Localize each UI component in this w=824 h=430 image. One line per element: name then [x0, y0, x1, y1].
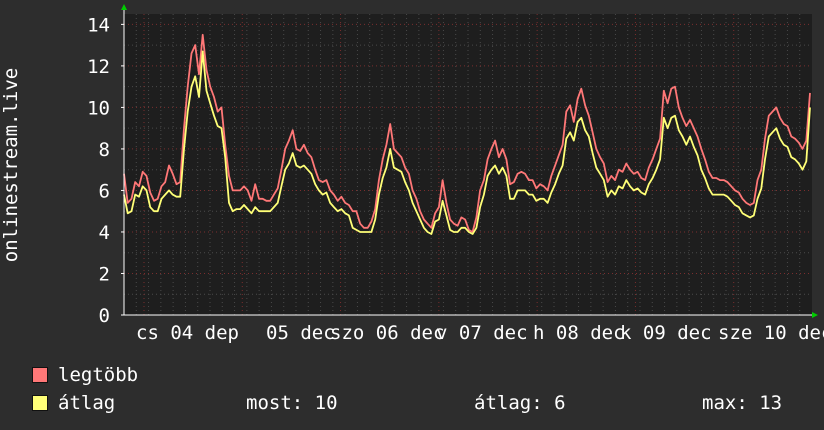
chart-panel: 0 2 4 6 8 10 12 14 cs 04 dep 05 dec szo 06 dec v 07… [0, 0, 824, 430]
y-tick-label: 10 [87, 97, 110, 119]
stat-now: most: 10 [246, 392, 338, 414]
legend-swatch-max [32, 367, 48, 383]
x-tick-label: szo 06 dec [330, 322, 444, 344]
y-tick-label: 8 [99, 139, 110, 161]
legend-item-avg: átlag [32, 392, 115, 414]
y-tick-label: 14 [87, 14, 110, 36]
x-axis-arrow [812, 312, 818, 318]
x-tick-label: sze 10 dec [718, 322, 824, 344]
stat-max: max: 13 [702, 392, 783, 414]
legend-swatch-avg [32, 395, 48, 411]
legend-item-max: legtöbb [32, 364, 138, 386]
x-tick-label: v 07 dec [436, 322, 528, 344]
legend-label-max: legtöbb [58, 364, 139, 386]
y-tick-label: 0 [99, 305, 110, 327]
x-tick-label: cs 04 dep [136, 322, 239, 344]
y-tick-label: 4 [99, 222, 110, 244]
traffic-chart: 0 2 4 6 8 10 12 14 cs 04 dep 05 decszo 06 decv 07… [0, 4, 824, 344]
x-tick-label: k 09 dec [620, 322, 712, 344]
y-tick-label: 2 [99, 263, 110, 285]
x-tick-label: 05 dec [266, 322, 335, 344]
x-tick-label: h 08 dec [533, 322, 625, 344]
stat-average: átlag: 6 [474, 392, 566, 414]
y-tick-label: 6 [99, 180, 110, 202]
legend-label-avg: átlag [58, 392, 116, 414]
y-tick-label: 12 [87, 56, 110, 78]
y-axis-arrow [121, 4, 127, 10]
y-axis-title: onlinestream.live [0, 68, 22, 262]
